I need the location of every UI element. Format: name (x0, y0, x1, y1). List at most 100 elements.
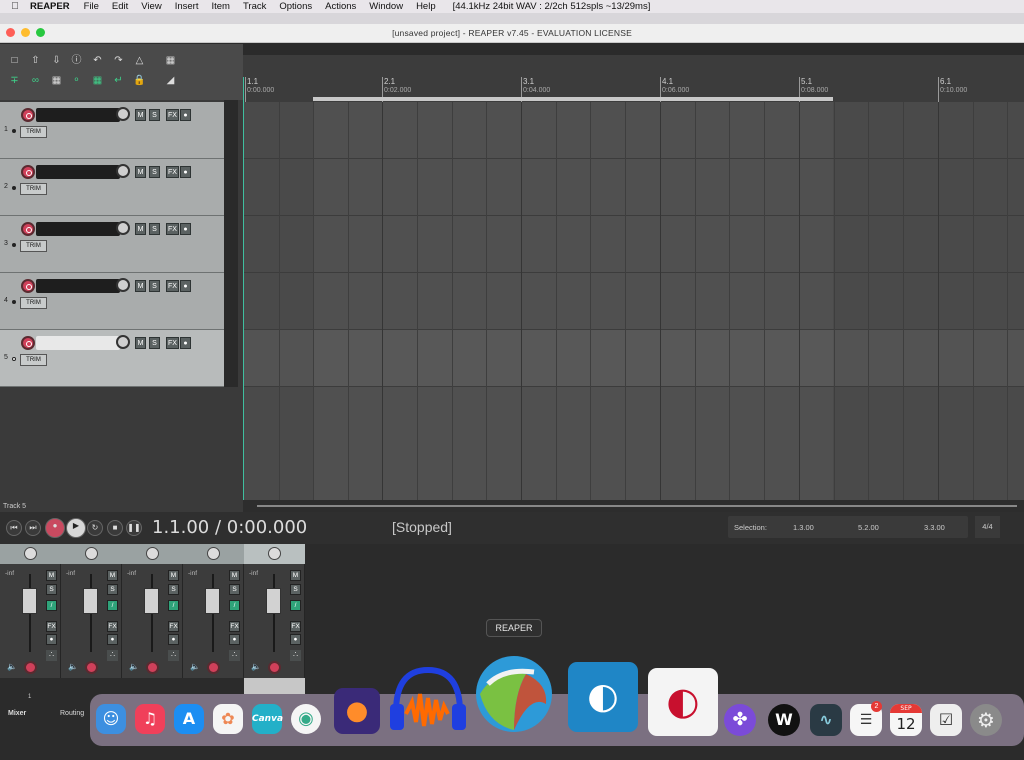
fx-button[interactable]: FX (166, 223, 179, 235)
folder-dot-icon[interactable] (12, 243, 16, 247)
mute-button[interactable]: M (229, 570, 240, 581)
track-name-field[interactable] (36, 222, 120, 236)
photos-icon[interactable]: ✿ (213, 704, 243, 734)
mute-button[interactable]: M (168, 570, 179, 581)
mixer-strip[interactable]: -inf M S / FX ● ∴ 🔈 (0, 544, 61, 694)
tab-mixer[interactable]: Mixer (8, 710, 26, 717)
volume-knob[interactable] (116, 164, 130, 178)
fx-button[interactable]: FX (107, 621, 118, 632)
tab-routing[interactable]: Routing (60, 710, 84, 717)
fx-bypass-icon[interactable]: ● (46, 634, 57, 645)
pause-icon[interactable]: ❚❚ (126, 520, 142, 536)
trim-envelope-button[interactable]: TRIM (20, 126, 47, 138)
volume-fader-handle[interactable] (205, 588, 220, 614)
pan-knob[interactable] (85, 547, 98, 560)
menu-window[interactable]: Window (369, 1, 403, 12)
record-arm-button[interactable] (21, 279, 35, 293)
selection-length[interactable]: 3.3.00 (924, 523, 945, 532)
track-name-field[interactable] (36, 165, 120, 179)
cubase-le-icon[interactable]: ◐ (648, 668, 718, 736)
fx-button[interactable]: FX (166, 337, 179, 349)
mute-button[interactable]: M (135, 109, 146, 121)
record-arm-button[interactable] (146, 661, 159, 674)
metronome-icon[interactable]: △ (132, 54, 147, 68)
cubase-icon[interactable]: ◐ (568, 662, 638, 732)
calendar-icon[interactable]: SEP 12 (890, 704, 922, 736)
mixer-strip[interactable]: -inf M S / FX ● ∴ 🔈 (183, 544, 244, 694)
timeline-ruler[interactable]: 1.1 0:00.000 2.1 0:02.000 3.1 0:04.000 4… (243, 55, 1024, 102)
trim-envelope-button[interactable]: TRIM (20, 240, 47, 252)
fx-bypass-icon[interactable]: ● (180, 337, 191, 349)
preview-icon[interactable]: ☑ (930, 704, 962, 736)
track-name-field[interactable] (36, 336, 120, 350)
selection-end[interactable]: 5.2.00 (858, 523, 879, 532)
firefox-icon[interactable]: ● (334, 688, 380, 734)
grid-toggle-icon[interactable]: ∓ (7, 74, 22, 88)
phase-icon[interactable]: / (290, 600, 301, 611)
volume-knob[interactable] (116, 278, 130, 292)
audacity-icon[interactable] (388, 664, 468, 740)
pan-knob[interactable] (207, 547, 220, 560)
play-icon[interactable]: ▶ (66, 518, 86, 538)
solo-button[interactable]: S (107, 584, 118, 595)
speaker-icon[interactable]: 🔈 (251, 662, 261, 671)
fx-button[interactable]: FX (166, 280, 179, 292)
fx-button[interactable]: FX (229, 621, 240, 632)
fx-bypass-icon[interactable]: ● (168, 634, 179, 645)
track-lane-selected[interactable] (243, 330, 1024, 387)
menu-file[interactable]: File (84, 1, 99, 12)
menu-options[interactable]: Options (279, 1, 312, 12)
finder-icon[interactable]: ☺ (96, 704, 126, 734)
fx-button[interactable]: FX (290, 621, 301, 632)
track-lane[interactable] (243, 102, 1024, 159)
fx-bypass-icon[interactable]: ● (290, 634, 301, 645)
fx-button[interactable]: FX (166, 166, 179, 178)
selection-display[interactable]: Selection: 1.3.00 5.2.00 3.3.00 (728, 516, 968, 538)
chrome-icon[interactable]: ◉ (291, 704, 321, 734)
pan-knob[interactable] (24, 547, 37, 560)
phase-icon[interactable]: / (229, 600, 240, 611)
auto-crossfade-icon[interactable]: ↵ (111, 74, 126, 88)
mute-button[interactable]: M (135, 280, 146, 292)
record-arm-button[interactable] (21, 165, 35, 179)
io-routing-icon[interactable]: ∴ (229, 650, 240, 661)
new-project-icon[interactable]: □ (7, 54, 22, 68)
time-selection-bar[interactable] (313, 97, 833, 101)
volume-knob[interactable] (116, 107, 130, 121)
record-arm-button[interactable] (21, 108, 35, 122)
record-arm-button[interactable] (21, 222, 35, 236)
solo-button[interactable]: S (290, 584, 301, 595)
volume-fader-handle[interactable] (22, 588, 37, 614)
mixer-strip-selected[interactable]: -inf M S / FX ● ∴ 🔈 (244, 544, 305, 694)
pan-knob[interactable] (268, 547, 281, 560)
track-lane[interactable] (243, 159, 1024, 216)
volume-knob[interactable] (116, 221, 130, 235)
fx-bypass-icon[interactable]: ● (180, 109, 191, 121)
speaker-icon[interactable]: 🔈 (129, 662, 139, 671)
fx-bypass-icon[interactable]: ● (180, 280, 191, 292)
mute-button[interactable]: M (107, 570, 118, 581)
envelope-tool-icon[interactable]: ◢ (163, 74, 178, 88)
mute-button[interactable]: M (290, 570, 301, 581)
record-icon[interactable]: ● (45, 518, 65, 538)
io-routing-icon[interactable]: ∴ (107, 650, 118, 661)
menu-track[interactable]: Track (243, 1, 266, 12)
menu-item[interactable]: Item (211, 1, 229, 12)
audio-status[interactable]: [44.1kHz 24bit WAV : 2/2ch 512spls ~13/2… (453, 1, 651, 12)
fx-bypass-icon[interactable]: ● (229, 634, 240, 645)
record-arm-button[interactable] (207, 661, 220, 674)
undo-icon[interactable]: ↶ (90, 54, 105, 68)
track-3[interactable]: 3 M S FX ● TRIM (0, 216, 224, 273)
mute-button[interactable]: M (135, 337, 146, 349)
track-1[interactable]: 1 M S FX ● TRIM (0, 102, 224, 159)
fx-button[interactable]: FX (46, 621, 57, 632)
stop-icon[interactable]: ■ (107, 520, 123, 536)
arrange-view[interactable]: 1.1 0:00.000 2.1 0:02.000 3.1 0:04.000 4… (243, 55, 1024, 500)
menu-edit[interactable]: Edit (112, 1, 128, 12)
mute-button[interactable]: M (135, 166, 146, 178)
reaper-icon[interactable] (474, 654, 554, 734)
solo-button[interactable]: S (229, 584, 240, 595)
pan-knob[interactable] (146, 547, 159, 560)
record-arm-button[interactable] (21, 336, 35, 350)
record-arm-button[interactable] (85, 661, 98, 674)
